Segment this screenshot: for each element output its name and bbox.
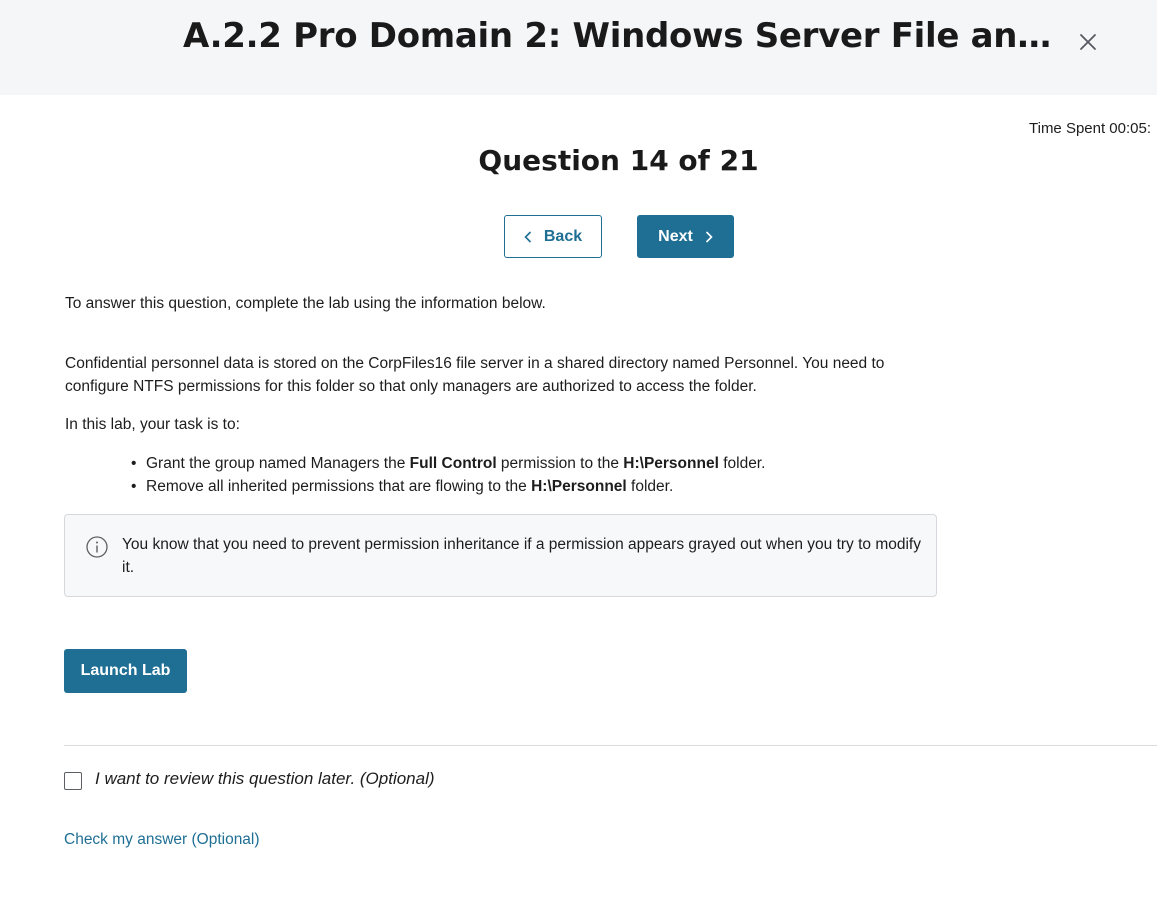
next-button[interactable]: Next — [637, 215, 734, 258]
intro-text: To answer this question, complete the la… — [65, 295, 546, 312]
task-text: permission to the — [496, 455, 624, 472]
task-emphasis: H:\Personnel — [531, 478, 627, 495]
task-emphasis: Full Control — [409, 455, 497, 472]
review-later-label[interactable]: I want to review this question later. (O… — [95, 769, 435, 789]
review-later-checkbox[interactable] — [64, 772, 82, 790]
note-text: You know that you need to prevent permis… — [122, 536, 921, 576]
close-button[interactable] — [1074, 28, 1102, 56]
task-emphasis: H:\Personnel — [623, 455, 719, 472]
header-bar: A.2.2 Pro Domain 2: Windows Server File … — [0, 0, 1157, 95]
question-title: Question 14 of 21 — [478, 144, 759, 177]
divider — [64, 745, 1157, 746]
chevron-left-icon — [524, 230, 531, 243]
task-text: Grant the group named Managers the — [146, 455, 410, 472]
back-button[interactable]: Back — [504, 215, 602, 258]
launch-lab-button[interactable]: Launch Lab — [64, 649, 187, 693]
scenario-text: Confidential personnel data is stored on… — [65, 355, 885, 395]
next-button-label: Next — [658, 227, 693, 245]
info-note: You know that you need to prevent permis… — [64, 514, 937, 597]
task-text: folder. — [718, 455, 766, 472]
task-list: Grant the group named Managers the Full … — [131, 452, 766, 498]
back-button-label: Back — [543, 227, 583, 245]
task-item: Remove all inherited permissions that ar… — [131, 475, 765, 498]
task-text: Remove all inherited permissions that ar… — [146, 478, 532, 495]
time-spent: Time Spent 00:05: — [1029, 120, 1152, 137]
check-answer-link[interactable]: Check my answer (Optional) — [64, 831, 260, 849]
task-item: Grant the group named Managers the Full … — [131, 452, 766, 475]
close-icon — [1080, 34, 1096, 50]
task-text: folder. — [626, 478, 674, 495]
page-header-title: A.2.2 Pro Domain 2: Windows Server File … — [183, 16, 1063, 56]
chevron-right-icon — [705, 230, 713, 243]
task-intro-text: In this lab, your task is to: — [65, 416, 240, 433]
info-icon — [86, 536, 108, 558]
